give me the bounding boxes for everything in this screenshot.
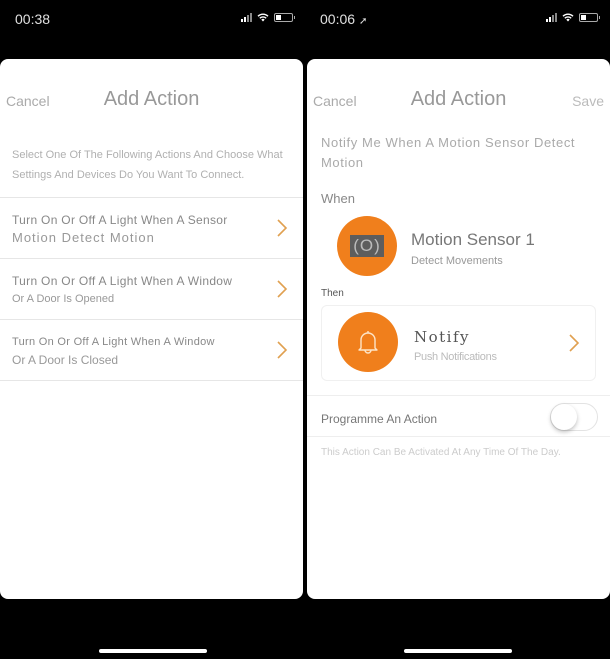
- add-action-sheet: Cancel Add Action Save Notify Me When A …: [307, 59, 610, 599]
- motion-sensor-icon: (O): [337, 216, 397, 276]
- status-time: 00:38: [15, 11, 51, 27]
- add-action-sheet: Cancel Add Action Select One Of The Foll…: [0, 59, 303, 599]
- action-item-subtitle: Motion Detect Motion: [12, 230, 155, 245]
- chevron-right-icon: [277, 341, 288, 359]
- schedule-footnote: This Action Can Be Activated At Any Time…: [321, 447, 561, 458]
- status-bar: 00:38: [0, 0, 305, 40]
- action-item-title: Turn On Or Off A Light When A Window: [12, 274, 233, 288]
- phone-left: 00:38 Cancel Add Action Select One Of Th…: [0, 0, 305, 659]
- notification-circle: [338, 312, 398, 372]
- wifi-icon: [257, 13, 269, 22]
- action-heading: Notify Me When A Motion Sensor Detect Mo…: [321, 135, 576, 170]
- status-time: 00:06 ➚: [320, 11, 367, 27]
- action-item-window-closed[interactable]: Turn On Or Off A Light When A Window Or …: [0, 320, 303, 381]
- chevron-right-icon: [277, 219, 288, 237]
- home-indicator[interactable]: [98, 649, 207, 653]
- then-action-name: Notify: [414, 328, 471, 346]
- page-title: Add Action: [410, 88, 507, 110]
- chevron-right-icon: [277, 280, 288, 298]
- schedule-label: Programme An Action: [321, 412, 438, 426]
- signal-icon: [241, 13, 252, 22]
- battery-icon: [274, 13, 295, 22]
- battery-icon: [579, 13, 600, 22]
- then-action-card[interactable]: Notify Push Notifications: [321, 305, 596, 381]
- toggle-knob: [551, 404, 577, 430]
- when-device[interactable]: (O) Motion Sensor 1 Detect Movements: [307, 208, 610, 284]
- bell-icon: [358, 331, 378, 354]
- status-icons: [546, 13, 600, 22]
- action-item-window-opened[interactable]: Turn On Or Off A Light When A Window Or …: [0, 259, 303, 320]
- signal-icon: [546, 13, 557, 22]
- device-name: Motion Sensor 1: [411, 230, 535, 249]
- action-item-subtitle: Or A Door Is Opened: [12, 293, 115, 305]
- action-item-title: Turn On Or Off A Light When A Window: [12, 336, 215, 348]
- intro-text: Select One Of The Following Actions And …: [12, 149, 283, 181]
- action-item-motion-light[interactable]: Turn On Or Off A Light When A Sensor Mot…: [0, 198, 303, 259]
- status-icons: [241, 13, 295, 22]
- status-bar: 00:06 ➚: [305, 0, 610, 40]
- action-list: Turn On Or Off A Light When A Sensor Mot…: [0, 197, 303, 381]
- motion-glyph: (O): [350, 235, 384, 257]
- device-trigger: Detect Movements: [411, 255, 503, 267]
- phone-right: 00:06 ➚ Cancel Add Action Save Notify Me…: [305, 0, 610, 659]
- then-action-type: Push Notifications: [414, 351, 497, 363]
- action-item-title: Turn On Or Off A Light When A Sensor: [12, 213, 228, 227]
- home-indicator[interactable]: [403, 649, 512, 653]
- schedule-row: Programme An Action: [307, 395, 610, 437]
- nav-bar: Cancel Add Action: [0, 59, 303, 139]
- schedule-toggle[interactable]: [550, 403, 598, 431]
- action-item-subtitle: Or A Door Is Closed: [12, 353, 119, 367]
- location-arrow-icon: ➚: [358, 16, 368, 27]
- page-title: Add Action: [103, 88, 200, 110]
- when-label: When: [321, 191, 355, 206]
- wifi-icon: [562, 13, 574, 22]
- status-time-value: 00:06: [320, 11, 356, 27]
- then-label: Then: [321, 288, 344, 299]
- nav-bar: Cancel Add Action Save: [307, 59, 610, 139]
- save-button[interactable]: Save: [572, 93, 604, 109]
- chevron-right-icon: [569, 334, 580, 352]
